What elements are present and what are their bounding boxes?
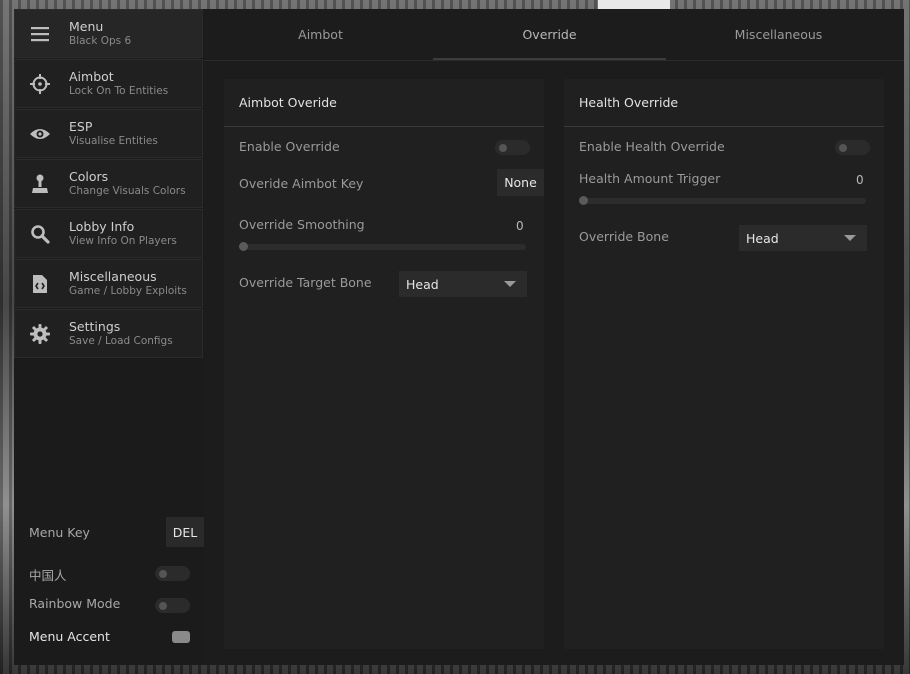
sidebar-item-title: Settings [69, 319, 121, 334]
slider-knob[interactable] [579, 196, 588, 205]
menu-key-label: Menu Key [29, 525, 90, 540]
background-logo [598, 0, 670, 9]
chinese-toggle[interactable] [155, 566, 190, 581]
override-smoothing-value: 0 [516, 219, 524, 233]
chinese-label: 中国人 [29, 568, 67, 583]
sidebar-item-title: Miscellaneous [69, 269, 157, 284]
enable-override-label: Enable Override [239, 139, 340, 154]
override-target-bone-label: Override Target Bone [239, 275, 372, 290]
override-aimbot-key-button[interactable]: None [497, 169, 544, 196]
menu-key-row: Menu Key [29, 525, 90, 540]
sidebar-item-lobby-info[interactable]: Lobby Info View Info On Players [14, 209, 203, 258]
sidebar-menu-header[interactable]: Menu Black Ops 6 [14, 9, 203, 58]
sidebar-item-title: Lobby Info [69, 219, 135, 234]
sidebar: Menu Black Ops 6 Aimbot Lock On To Entit… [14, 9, 204, 665]
rainbow-mode-label: Rainbow Mode [29, 596, 121, 611]
enable-health-override-label: Enable Health Override [579, 139, 725, 154]
sidebar-item-subtitle: Change Visuals Colors [69, 185, 186, 197]
rainbow-mode-row: Rainbow Mode [29, 596, 120, 611]
tab-bar: Aimbot Override Miscellaneous [204, 9, 904, 61]
dropdown-value: Head [746, 230, 779, 246]
toggle-knob [839, 143, 847, 152]
tab-miscellaneous[interactable]: Miscellaneous [662, 9, 895, 60]
search-icon [29, 223, 51, 245]
override-smoothing-label: Override Smoothing [239, 217, 365, 232]
health-override-panel: Health Override Enable Health Override H… [564, 79, 884, 649]
tab-override[interactable]: Override [433, 9, 666, 60]
sidebar-item-title: Colors [69, 169, 109, 184]
chinese-row: 中国人 [29, 565, 67, 584]
override-bone-label: Override Bone [579, 229, 669, 244]
sidebar-header-subtitle: Black Ops 6 [69, 35, 132, 47]
sidebar-item-settings[interactable]: Settings Save / Load Configs [14, 309, 203, 358]
panel-title: Aimbot Overide [239, 95, 337, 110]
health-amount-trigger-label: Health Amount Trigger [579, 171, 721, 186]
menu-accent-color-swatch[interactable] [172, 631, 190, 643]
paint-icon [29, 173, 51, 195]
dropdown-value: Head [406, 276, 439, 292]
sidebar-item-title: ESP [69, 119, 93, 134]
enable-health-override-toggle[interactable] [835, 140, 870, 155]
cheat-menu-window: Menu Black Ops 6 Aimbot Lock On To Entit… [14, 9, 904, 665]
toggle-knob [159, 569, 167, 578]
menu-accent-row: Menu Accent [29, 629, 110, 644]
sidebar-item-subtitle: Visualise Entities [69, 135, 158, 147]
code-file-icon [29, 273, 51, 295]
divider [564, 126, 884, 127]
sidebar-item-subtitle: Lock On To Entities [69, 85, 169, 97]
active-tab-underline [433, 58, 666, 60]
override-target-bone-dropdown[interactable]: Head [399, 271, 527, 297]
sidebar-item-subtitle: View Info On Players [69, 235, 177, 247]
health-amount-trigger-slider[interactable] [579, 196, 866, 205]
sidebar-item-subtitle: Save / Load Configs [69, 335, 173, 347]
slider-knob[interactable] [239, 242, 248, 251]
override-bone-dropdown[interactable]: Head [739, 225, 867, 251]
override-smoothing-slider[interactable] [239, 242, 526, 251]
sidebar-item-esp[interactable]: ESP Visualise Entities [14, 109, 203, 158]
sidebar-header-title: Menu [69, 19, 104, 34]
sidebar-item-aimbot[interactable]: Aimbot Lock On To Entities [14, 59, 203, 108]
menu-accent-label: Menu Accent [29, 629, 110, 644]
crosshair-icon [29, 73, 51, 95]
override-aimbot-key-label: Overide Aimbot Key [239, 176, 364, 191]
menu-key-button[interactable]: DEL [166, 517, 204, 547]
health-amount-trigger-value: 0 [856, 173, 864, 187]
aimbot-override-panel: Aimbot Overide Enable Override Overide A… [224, 79, 544, 649]
chevron-down-icon [844, 235, 856, 241]
chevron-down-icon [504, 281, 516, 287]
gear-icon [29, 323, 51, 345]
sidebar-item-colors[interactable]: Colors Change Visuals Colors [14, 159, 203, 208]
toggle-knob [159, 601, 167, 610]
sidebar-item-miscellaneous[interactable]: Miscellaneous Game / Lobby Exploits [14, 259, 203, 308]
tab-aimbot[interactable]: Aimbot [204, 9, 437, 60]
sidebar-item-title: Aimbot [69, 69, 114, 84]
enable-override-toggle[interactable] [495, 140, 530, 155]
hamburger-icon [29, 23, 51, 45]
panel-title: Health Override [579, 95, 679, 110]
toggle-knob [499, 143, 507, 152]
eye-icon [29, 123, 51, 145]
divider [224, 126, 544, 127]
sidebar-item-subtitle: Game / Lobby Exploits [69, 285, 187, 297]
rainbow-mode-toggle[interactable] [155, 598, 190, 613]
